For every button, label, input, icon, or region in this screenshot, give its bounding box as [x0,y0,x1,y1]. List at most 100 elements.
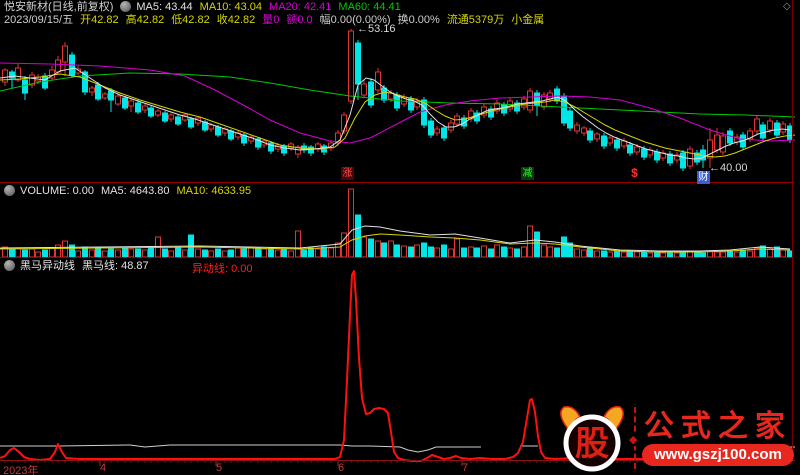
candle-body [188,118,194,128]
candle-body [375,71,381,91]
low-price-label: ←40.00 [709,162,748,174]
candle-body [680,152,686,169]
header-token: 低42.82 [171,14,210,26]
header-token: 换0.00% [397,14,440,26]
volume-bar [228,249,234,258]
header-token: MA20: 42.41 [269,1,332,13]
volume-bar [388,240,394,258]
candle-body [135,102,141,113]
header-token: 小金属 [511,14,545,26]
volume-bar [394,244,400,258]
candle-body [62,45,68,63]
volume-bar [62,240,68,258]
candle-body [22,79,28,94]
volume-bar [501,246,507,258]
candle-body [128,100,134,107]
candle-body [148,107,154,117]
pane-collapse-icon[interactable] [4,185,15,196]
candle-body [581,127,587,134]
indicator-header: 黑马异动线 黑马线: 48.87 [4,260,156,272]
volume-bar [454,238,460,258]
candle-body [434,128,440,134]
divider-diamond-icon: ◆ [629,433,638,446]
volume-bar [448,248,454,258]
x-axis-label: 7 [462,462,469,474]
volume-bar [281,248,287,258]
volume-bar [541,244,547,258]
header-token: 悦安新材(日线,前复权) [4,1,114,13]
volume-bar [255,247,261,258]
volume-bar [142,249,148,258]
candle-body [142,105,148,111]
volume-bar [29,248,35,258]
x-axis-label: 2023年 [3,465,39,475]
reduce-signal-badge: 减 [521,167,534,180]
volume-bar [55,244,61,258]
pane-separator [0,257,794,258]
header-token: MA10: 4633.95 [176,185,252,197]
candle-body [527,90,533,111]
volume-bar [22,249,28,258]
volume-bar [148,247,154,258]
volume-bar [574,248,580,258]
candle-body [341,114,347,132]
volume-bar [468,246,474,258]
volume-bar [381,242,387,258]
volume-bar [42,249,48,258]
candle-body [89,87,95,93]
candle-body [607,137,613,144]
volume-bar [581,249,587,258]
volume-bar [368,238,374,258]
volume-bar [9,248,15,258]
candle-body [55,59,61,73]
volume-bar [135,248,141,258]
header-token: 流通5379万 [446,14,505,26]
volume-bar [328,247,334,258]
volume-bar [441,244,447,258]
pane-collapse-icon[interactable] [120,1,132,12]
volume-bar [547,246,553,258]
volume-bar [494,244,500,258]
rise-signal-badge: 涨 [341,167,354,180]
header-token: MA10: 43.04 [199,1,263,13]
candle-body [348,30,354,102]
header-token: MA5: 43.44 [136,1,193,13]
header-token: 额0.0 [286,14,313,26]
candle-body [361,83,367,96]
volume-bar [355,214,361,258]
candle-body [394,94,400,109]
volume-bar [321,246,327,258]
x-axis-label: 4 [100,462,107,474]
candle-body [601,135,607,147]
volume-bar [261,248,267,258]
logo-char: 股 [575,426,609,463]
volume-bar [561,236,567,258]
stock-app-window: 悦安新材(日线,前复权) MA5: 43.44 MA10: 43.04 MA20: 4… [0,0,800,475]
candle-body [102,93,108,99]
volume-bar [348,188,354,258]
main-candlestick-chart[interactable] [0,0,800,183]
volume-bar [361,236,367,258]
volume-bar [587,247,593,258]
volume-bar [195,248,201,258]
volume-bar [315,248,321,258]
header-token: 2023/09/15/五 [4,14,74,26]
candle-body [381,87,387,101]
header-token: 开42.82 [80,14,119,26]
header-token: VOLUME: 0.00 [20,185,94,197]
volume-bar [514,248,520,258]
volume-bar [241,248,247,258]
watermark-divider: ◆ [629,407,638,469]
candle-body [95,84,101,100]
volume-bar [122,247,128,258]
header-token: 量0 [262,14,280,26]
volume-bar [428,246,434,258]
volume-bar [301,249,307,258]
volume-bar [434,247,440,258]
header-token: 高42.82 [125,14,165,26]
volume-bar [108,248,114,258]
quote-info-line: 2023/09/15/五 开42.82 高42.82 低42.82 收42.82 量0 额0… [4,14,551,26]
pane-collapse-icon[interactable] [4,260,15,271]
volume-bar [162,248,168,258]
watermark-site-url: www.gszj100.com [642,443,794,466]
